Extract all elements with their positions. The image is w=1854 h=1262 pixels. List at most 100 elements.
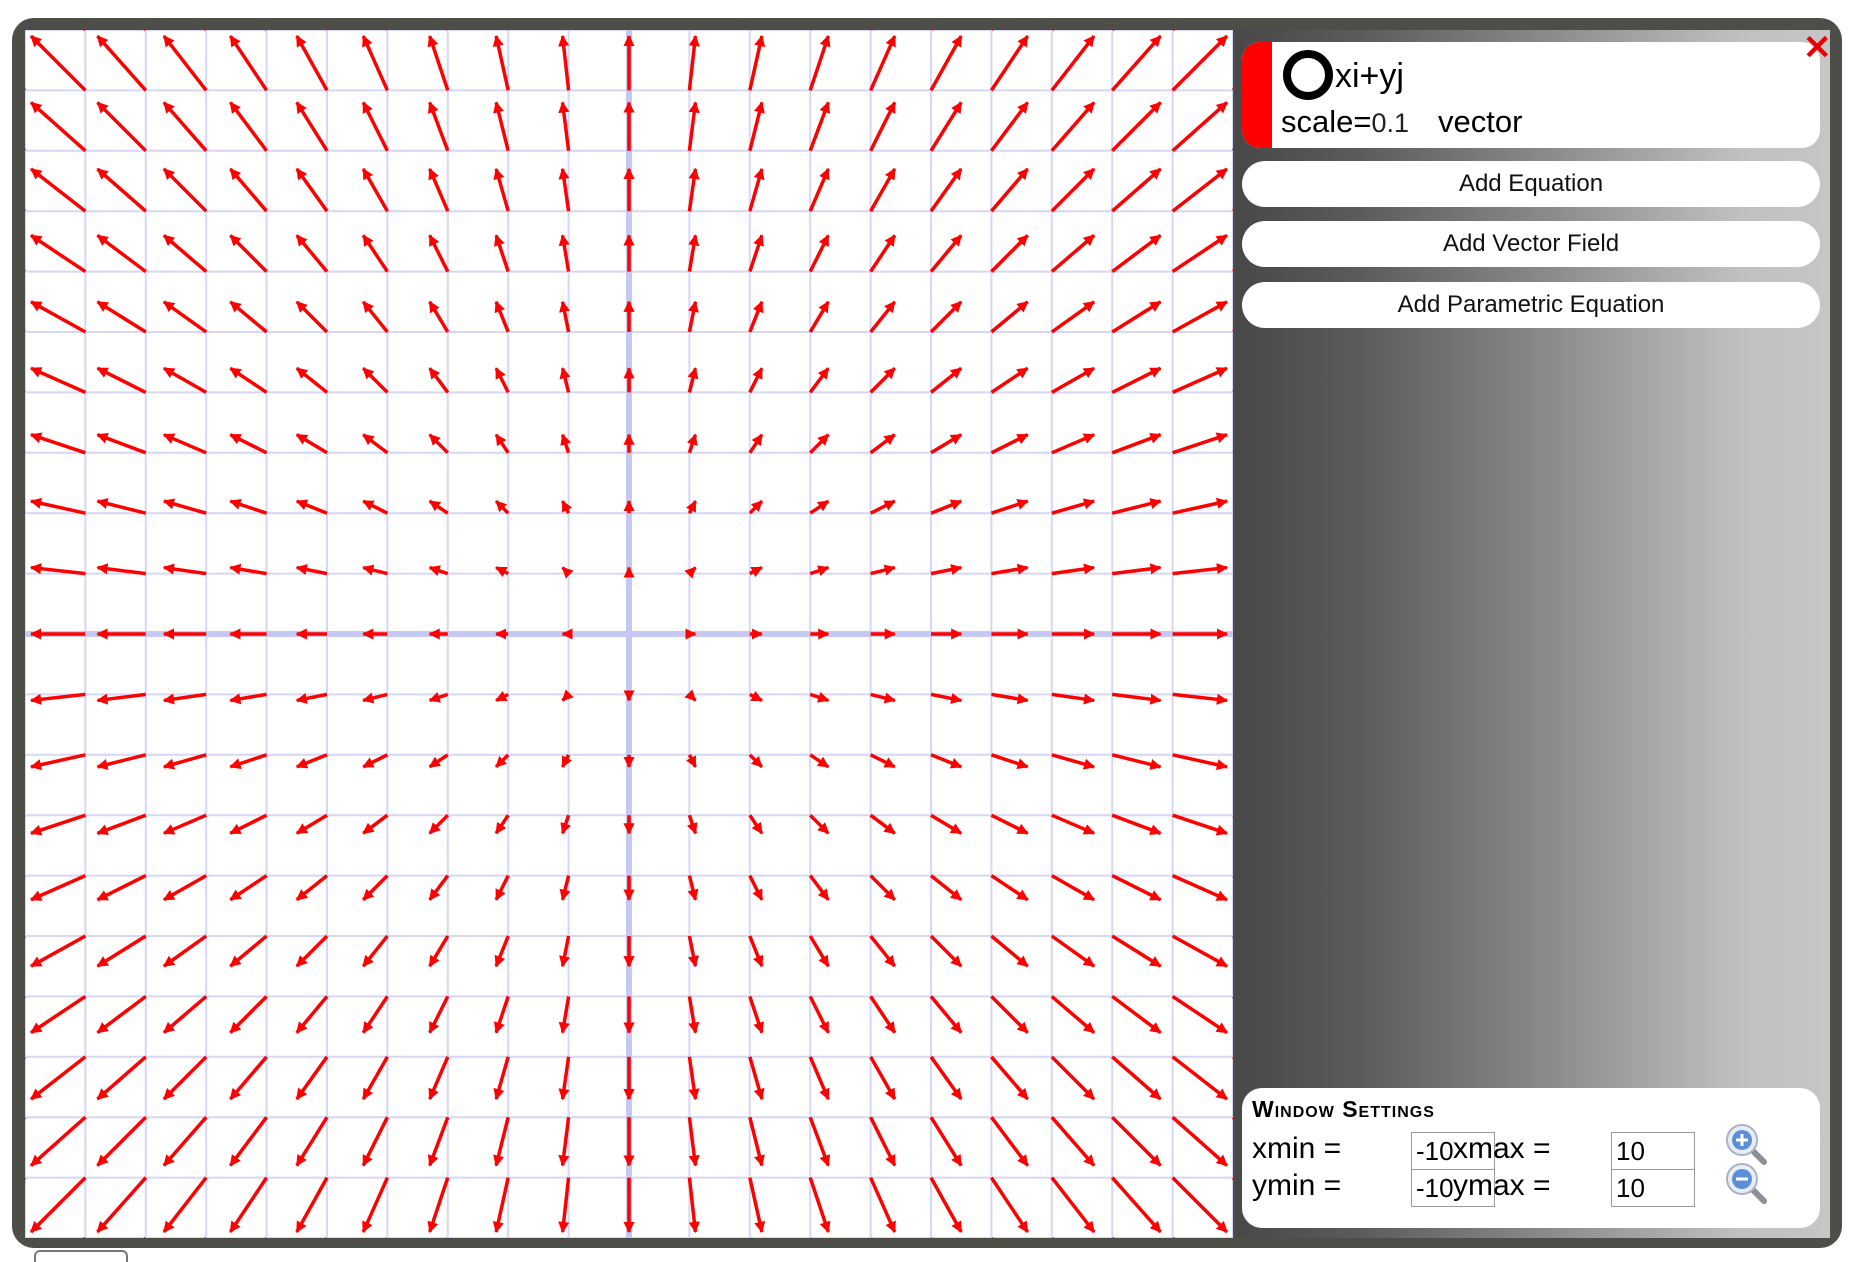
field-arrow	[361, 934, 389, 968]
visibility-ring-icon[interactable]	[1283, 50, 1333, 100]
field-arrow	[808, 1177, 831, 1234]
close-icon[interactable]: ✕	[1803, 31, 1832, 65]
field-arrow	[229, 167, 268, 213]
zoom-out-icon[interactable]	[1724, 1161, 1770, 1207]
field-arrow	[428, 433, 450, 455]
field-arrow	[929, 1176, 963, 1233]
field-arrow	[1050, 34, 1096, 92]
field-arrow	[427, 34, 450, 91]
field-arrow	[1050, 1176, 1096, 1234]
field-arrow	[30, 934, 87, 968]
field-arrow	[162, 874, 208, 902]
field-arrow	[295, 753, 328, 769]
field-arrow	[1110, 34, 1162, 92]
field-arrow	[869, 101, 897, 152]
field-arrow	[361, 35, 389, 92]
field-arrow	[361, 167, 389, 213]
field-arrow	[990, 1116, 1030, 1167]
field-arrow	[809, 753, 830, 769]
field-arrow	[228, 1176, 269, 1233]
field-arrow	[295, 813, 328, 835]
field-arrow	[1051, 753, 1096, 770]
field-arrow	[493, 167, 510, 212]
field-arrow	[748, 995, 765, 1034]
field-arrow	[748, 367, 764, 394]
field-arrow	[492, 34, 510, 91]
field-arrow	[96, 813, 147, 836]
field-arrow	[494, 753, 510, 769]
field-arrow	[428, 813, 450, 835]
field-arrow	[808, 813, 830, 835]
field-arrow	[493, 101, 510, 152]
bottom-tab	[34, 1250, 128, 1262]
field-arrow	[990, 366, 1029, 394]
field-arrow	[96, 1176, 148, 1234]
add-parametric-equation-button[interactable]: Add Parametric Equation	[1242, 282, 1820, 328]
expression-color-strip[interactable]	[1242, 42, 1272, 148]
field-arrow	[29, 1055, 87, 1101]
field-arrow	[162, 1116, 208, 1167]
field-arrow	[229, 234, 268, 273]
field-arrow	[162, 934, 208, 968]
field-arrow	[1111, 934, 1162, 968]
field-arrow	[362, 499, 389, 515]
field-arrow	[808, 34, 831, 91]
field-arrow	[869, 934, 897, 968]
field-arrow	[162, 995, 208, 1034]
field-arrow	[427, 1177, 450, 1234]
field-arrow	[428, 874, 450, 901]
field-arrow	[1111, 498, 1162, 515]
window-settings-panel: Window Settings xmin = xmax = ymin = yma…	[1242, 1088, 1820, 1228]
field-arrow	[808, 935, 830, 968]
field-arrow	[1111, 233, 1162, 274]
field-arrow	[1172, 432, 1229, 455]
field-arrow	[30, 874, 87, 902]
field-arrow	[96, 1115, 148, 1167]
field-arrow	[748, 814, 764, 835]
field-arrow	[989, 35, 1030, 92]
field-arrow	[162, 498, 207, 515]
field-arrow	[428, 234, 450, 273]
field-arrow	[96, 366, 147, 394]
field-arrow	[162, 813, 207, 835]
field-arrow	[229, 1055, 268, 1101]
field-arrow	[229, 874, 268, 902]
field-arrow	[295, 874, 329, 902]
field-arrow	[96, 995, 147, 1035]
field-arrow	[808, 874, 830, 901]
field-arrow	[1172, 497, 1229, 515]
field-arrow	[748, 874, 764, 901]
field-arrow	[808, 1056, 830, 1101]
field-arrow	[1111, 995, 1162, 1035]
add-equation-button[interactable]: Add Equation	[1242, 161, 1820, 207]
field-arrow	[1171, 300, 1228, 334]
expression-text[interactable]: xi+yj	[1335, 52, 1404, 100]
add-vector-field-button[interactable]: Add Vector Field	[1242, 221, 1820, 267]
field-arrow	[96, 1055, 147, 1101]
field-arrow	[929, 234, 963, 273]
field-arrow	[869, 995, 897, 1034]
graph-canvas[interactable]	[25, 30, 1233, 1238]
field-arrow	[1050, 995, 1096, 1034]
field-arrow	[930, 433, 963, 455]
expression-card[interactable]: xi+yj scale=0.1 vector	[1242, 42, 1820, 148]
field-arrow	[1051, 498, 1096, 515]
field-arrow	[990, 498, 1029, 515]
field-arrow	[295, 499, 328, 515]
field-arrow	[229, 813, 268, 835]
field-arrow	[748, 433, 764, 454]
field-arrow	[1111, 300, 1162, 334]
field-arrow	[869, 874, 896, 901]
scale-value[interactable]: 0.1	[1371, 108, 1409, 138]
field-arrow	[929, 35, 963, 92]
field-arrow	[229, 753, 268, 770]
field-arrow	[295, 300, 329, 334]
xmax-field[interactable]	[1611, 1132, 1695, 1170]
field-arrow	[869, 499, 896, 515]
field-arrow	[162, 366, 208, 394]
field-arrow	[96, 432, 147, 455]
field-arrow	[295, 433, 328, 455]
field-arrow	[295, 366, 329, 394]
ymax-field[interactable]	[1611, 1169, 1695, 1207]
field-arrow	[1110, 1115, 1162, 1167]
